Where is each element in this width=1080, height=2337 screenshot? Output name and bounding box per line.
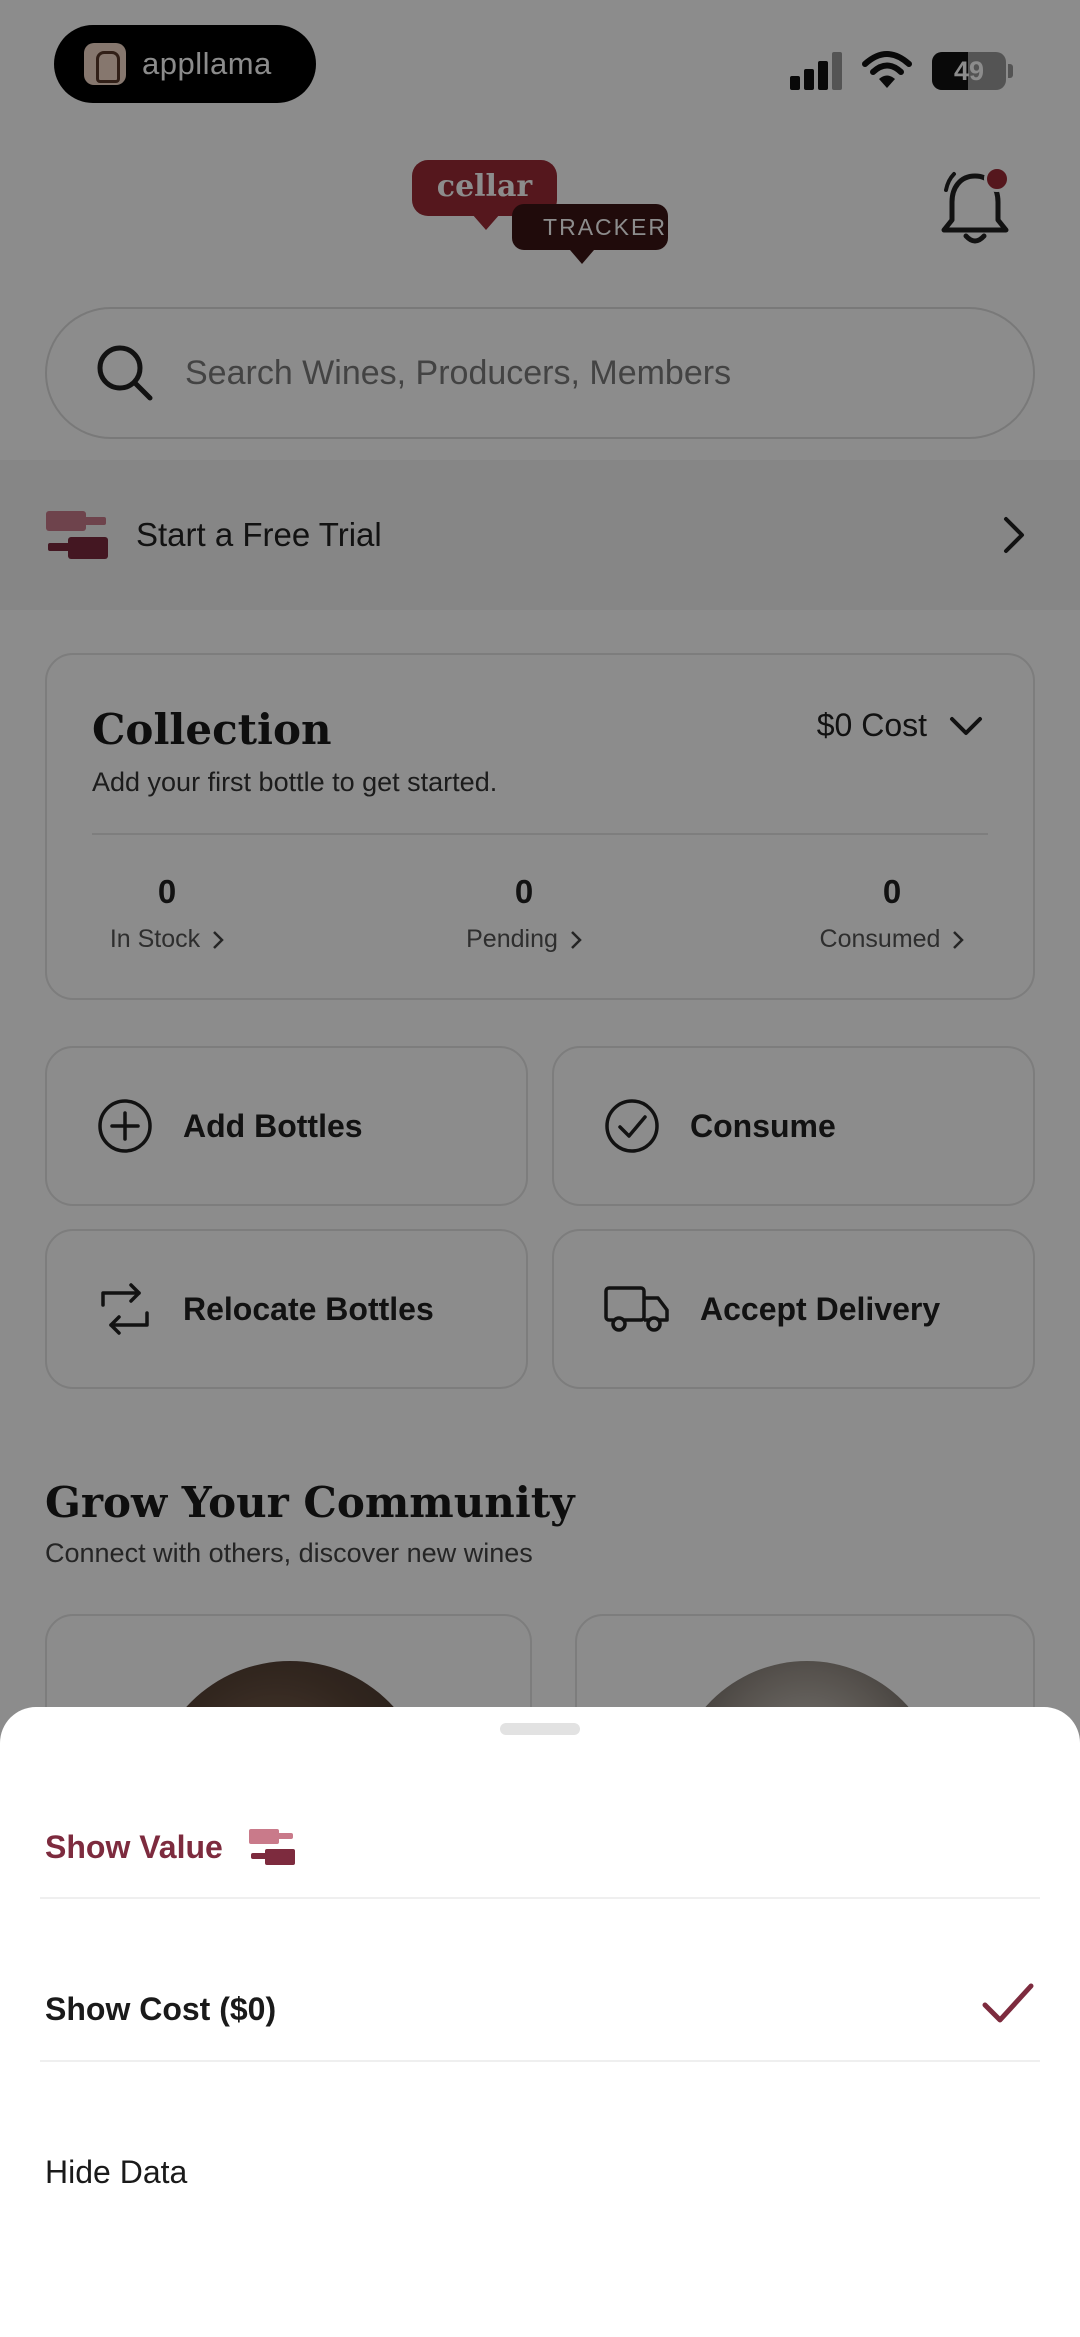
divider <box>40 1897 1040 1899</box>
hide-data-option[interactable]: Hide Data <box>45 2092 1035 2252</box>
sheet-grabber[interactable] <box>500 1723 580 1735</box>
show-value-option[interactable]: Show Value <box>45 1767 1035 1927</box>
show-cost-label: Show Cost ($0) <box>45 1990 277 2027</box>
checkmark-icon <box>982 1983 1034 2023</box>
divider <box>40 2060 1040 2062</box>
hide-data-label: Hide Data <box>45 2153 188 2190</box>
show-value-label: Show Value <box>45 1828 223 1865</box>
metric-options-sheet: Show Value Show Cost ($0) Hide Data <box>0 1707 1080 2337</box>
home-screen: appllama 49 cellar TRACKER Search Wines,… <box>0 0 1080 2337</box>
show-cost-option[interactable]: Show Cost ($0) <box>45 1929 1035 2089</box>
bottles-icon <box>248 1829 295 1865</box>
